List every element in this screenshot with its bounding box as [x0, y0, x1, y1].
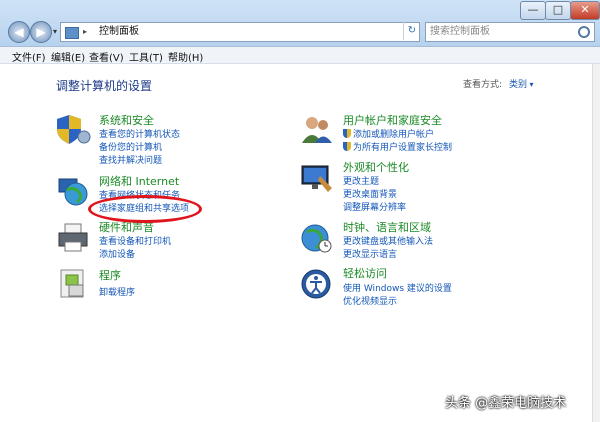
breadcrumb-separator[interactable]: ▸ [83, 23, 87, 41]
link-backup-computer[interactable]: 备份您的计算机 [99, 140, 162, 153]
page-title: 调整计算机的设置 [56, 79, 153, 93]
link-recommended-settings[interactable]: 使用 Windows 建议的设置 [343, 281, 452, 294]
highlight-annotation [88, 195, 202, 223]
view-by-dropdown[interactable]: 类别 [509, 77, 534, 90]
back-button[interactable]: ◀ [8, 21, 30, 43]
link-change-theme[interactable]: 更改主题 [343, 174, 379, 187]
menu-file[interactable]: 文件(F) [12, 49, 46, 64]
menu-view[interactable]: 查看(V) [89, 49, 124, 64]
link-optimize-visual-display[interactable]: 优化视频显示 [343, 294, 397, 307]
category-ease-of-access[interactable]: 轻松访问 [343, 265, 387, 281]
link-devices-printers[interactable]: 查看设备和打印机 [99, 234, 171, 247]
link-view-computer-status[interactable]: 查看您的计算机状态 [99, 127, 180, 140]
link-desktop-background[interactable]: 更改桌面背景 [343, 187, 397, 200]
uac-shield-icon [343, 142, 351, 151]
link-change-display-language[interactable]: 更改显示语言 [343, 247, 397, 260]
refresh-icon[interactable]: ↻ [403, 22, 420, 40]
minimize-button[interactable]: — [520, 1, 546, 20]
search-placeholder: 搜索控制面板 [430, 26, 490, 37]
category-clock-language-region[interactable]: 时钟、语言和区域 [343, 219, 431, 235]
search-icon[interactable] [578, 26, 590, 38]
category-network-internet[interactable]: 网络和 Internet [99, 173, 179, 189]
link-screen-resolution[interactable]: 调整屏幕分辨率 [343, 200, 406, 213]
link-troubleshoot[interactable]: 查找并解决问题 [99, 153, 162, 166]
recent-pages-dropdown[interactable]: ▾ [53, 27, 57, 36]
forward-button[interactable]: ▶ [30, 21, 52, 43]
appearance-icon[interactable] [300, 162, 334, 194]
category-appearance[interactable]: 外观和个性化 [343, 159, 409, 175]
scrollbar[interactable] [592, 64, 600, 422]
menu-help[interactable]: 帮助(H) [168, 49, 203, 64]
link-add-device[interactable]: 添加设备 [99, 247, 135, 260]
control-panel-icon [65, 27, 79, 39]
link-uninstall-program[interactable]: 卸载程序 [99, 285, 135, 298]
link-parental-controls[interactable]: 为所有用户设置家长控制 [343, 140, 452, 153]
maximize-button[interactable]: □ [545, 1, 571, 20]
watermark: 头条 @鑫荣电脑技术 [445, 396, 567, 411]
ease-of-access-icon[interactable] [300, 268, 334, 300]
uac-shield-icon [343, 129, 351, 138]
close-button[interactable]: ✕ [570, 1, 600, 20]
menu-edit[interactable]: 编辑(E) [51, 49, 85, 64]
programs-icon[interactable] [57, 268, 91, 300]
clock-globe-icon[interactable] [300, 222, 334, 254]
search-input[interactable]: 搜索控制面板 [425, 22, 595, 42]
shield-icon[interactable] [57, 113, 91, 145]
menu-bar: 文件(F) 编辑(E) 查看(V) 工具(T) 帮助(H) [0, 47, 600, 64]
category-system-security[interactable]: 系统和安全 [99, 112, 154, 128]
category-programs[interactable]: 程序 [99, 267, 121, 283]
link-change-keyboard-input[interactable]: 更改键盘或其他输入法 [343, 234, 433, 247]
menu-tools[interactable]: 工具(T) [129, 49, 163, 64]
breadcrumb-control-panel[interactable]: 控制面板 [99, 23, 139, 41]
users-icon[interactable] [300, 113, 334, 145]
address-bar[interactable]: ▸ 控制面板 ▾ [60, 22, 457, 42]
printer-icon[interactable] [57, 222, 91, 254]
category-user-accounts[interactable]: 用户帐户和家庭安全 [343, 112, 442, 128]
view-by-label: 查看方式: [463, 80, 503, 90]
network-globe-icon[interactable] [57, 176, 91, 208]
link-add-remove-accounts[interactable]: 添加或删除用户帐户 [343, 127, 434, 140]
